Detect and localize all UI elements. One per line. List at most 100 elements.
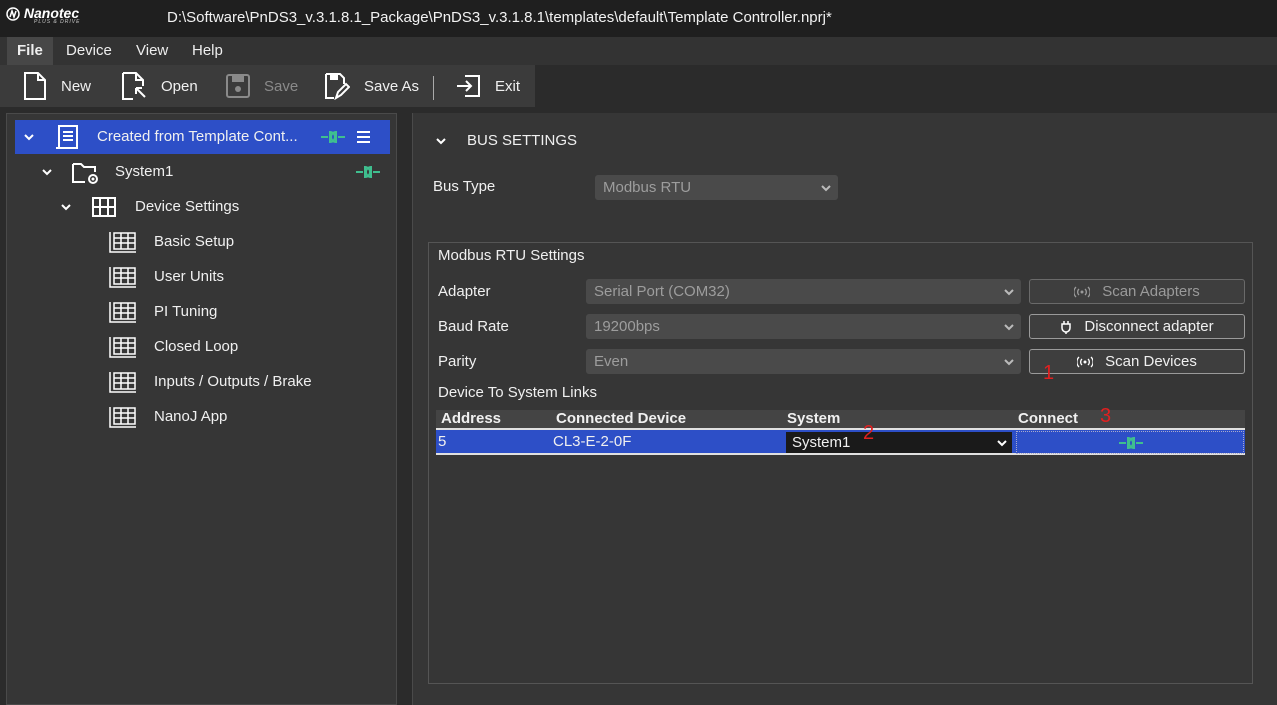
toolbar-background xyxy=(535,65,1277,107)
parity-select[interactable]: Even xyxy=(586,349,1021,374)
chevron-down-icon xyxy=(1004,324,1014,331)
annotation-step-3: 3 xyxy=(1100,405,1112,427)
disconnect-adapter-button[interactable]: Disconnect adapter xyxy=(1029,314,1245,339)
tree-item-inputs-outputs-brake[interactable]: Inputs / Outputs / Brake xyxy=(15,365,390,399)
disconnect-adapter-label: Disconnect adapter xyxy=(1084,318,1214,335)
exit-button[interactable]: Exit xyxy=(455,65,520,107)
tree-item-system1[interactable]: System1 xyxy=(15,155,390,189)
column-header-connected-device[interactable]: Connected Device xyxy=(556,410,686,428)
chevron-down-icon[interactable] xyxy=(41,166,53,178)
nanotec-logo-icon xyxy=(6,7,20,21)
baud-rate-label: Baud Rate xyxy=(438,318,509,335)
cell-address: 5 xyxy=(438,433,447,450)
adapter-value: Serial Port (COM32) xyxy=(594,283,730,300)
tree-item-label: User Units xyxy=(154,268,225,285)
table-icon xyxy=(109,302,136,323)
tree-item-device-settings[interactable]: Device Settings xyxy=(15,190,390,224)
chevron-down-icon xyxy=(821,185,831,192)
tree-item-nanoj-app[interactable]: NanoJ App xyxy=(15,400,390,434)
cell-connected-device: CL3-E-2-0F xyxy=(553,433,632,450)
table-icon xyxy=(109,232,136,253)
section-title-bus-settings: BUS SETTINGS xyxy=(467,132,578,149)
device-system-links-label: Device To System Links xyxy=(438,384,597,401)
broadcast-icon xyxy=(1077,356,1094,367)
table-row[interactable]: 5 CL3-E-2-0F System1 xyxy=(436,428,1245,455)
project-icon xyxy=(56,125,78,149)
chevron-down-icon xyxy=(997,440,1007,447)
column-header-system[interactable]: System xyxy=(787,410,840,428)
adapter-select[interactable]: Serial Port (COM32) xyxy=(586,279,1021,304)
nanotec-logo: Nanotec PLUS & DRIVE xyxy=(6,5,80,25)
menu-help[interactable]: Help xyxy=(182,37,233,65)
grid-icon xyxy=(92,197,116,217)
parity-label: Parity xyxy=(438,353,477,370)
chevron-down-icon[interactable] xyxy=(60,201,72,213)
tree-item-label: Device Settings xyxy=(135,198,240,215)
exit-label: Exit xyxy=(495,77,521,95)
annotation-step-2: 2 xyxy=(863,422,875,444)
parity-value: Even xyxy=(594,353,629,370)
scan-devices-button[interactable]: Scan Devices xyxy=(1029,349,1245,374)
open-file-icon xyxy=(122,72,146,100)
open-button[interactable]: Open xyxy=(121,65,198,107)
save-as-button[interactable]: Save As xyxy=(324,65,419,107)
save-button[interactable]: Save xyxy=(226,65,298,107)
new-button[interactable]: New xyxy=(23,65,91,107)
bus-type-select[interactable]: Modbus RTU xyxy=(595,175,838,200)
tree-item-label: Inputs / Outputs / Brake xyxy=(154,373,312,390)
table-icon xyxy=(109,372,136,393)
tree-item-project[interactable]: Created from Template Cont... xyxy=(15,120,390,154)
tree-item-label: Created from Template Cont... xyxy=(97,128,298,145)
chevron-down-icon xyxy=(1004,359,1014,366)
menu-device[interactable]: Device xyxy=(56,37,122,65)
system-select-value: System1 xyxy=(792,434,851,451)
table-icon xyxy=(109,267,136,288)
adapter-label: Adapter xyxy=(438,283,491,300)
new-file-icon xyxy=(24,72,46,100)
chevron-down-icon[interactable] xyxy=(435,135,447,147)
scan-adapters-button[interactable]: Scan Adapters xyxy=(1029,279,1245,304)
tree-item-label: System1 xyxy=(115,163,174,180)
tree-item-user-units[interactable]: User Units xyxy=(15,260,390,294)
system-folder-gear-icon xyxy=(72,163,98,184)
table-icon xyxy=(109,407,136,428)
brand-tagline: PLUS & DRIVE xyxy=(34,19,81,25)
column-header-connect[interactable]: Connect xyxy=(1018,410,1078,428)
broadcast-icon xyxy=(1074,286,1091,297)
connected-plug-icon xyxy=(1119,436,1143,450)
scan-adapters-label: Scan Adapters xyxy=(1102,283,1200,300)
toolbar: New Open Save Save As Exit xyxy=(0,65,535,107)
links-table-header: Address Connected Device System Connect xyxy=(436,410,1245,428)
toolbar-separator xyxy=(433,76,434,100)
save-as-icon xyxy=(325,73,350,100)
connected-plug-icon xyxy=(356,165,380,179)
column-header-address[interactable]: Address xyxy=(441,410,501,428)
save-as-label: Save As xyxy=(364,77,420,95)
title-bar: Nanotec PLUS & DRIVE D:\Software\PnDS3_v… xyxy=(0,0,1277,37)
hamburger-menu-icon[interactable] xyxy=(357,131,370,143)
baud-rate-value: 19200bps xyxy=(594,318,660,335)
open-label: Open xyxy=(161,77,198,95)
chevron-down-icon[interactable] xyxy=(23,131,35,143)
system-select[interactable]: System1 xyxy=(786,432,1012,453)
plug-icon xyxy=(1061,320,1072,334)
tree-item-pi-tuning[interactable]: PI Tuning xyxy=(15,295,390,329)
bus-type-value: Modbus RTU xyxy=(603,179,692,196)
tree-item-basic-setup[interactable]: Basic Setup xyxy=(15,225,390,259)
annotation-step-1: 1 xyxy=(1043,362,1055,384)
connected-plug-icon xyxy=(321,130,345,144)
table-icon xyxy=(109,337,136,358)
connect-toggle[interactable] xyxy=(1016,431,1244,454)
save-disk-icon xyxy=(226,74,250,98)
scan-devices-label: Scan Devices xyxy=(1105,353,1197,370)
menu-file[interactable]: File xyxy=(7,37,53,65)
menu-bar: File Device View Help xyxy=(0,37,1277,65)
tree-item-closed-loop[interactable]: Closed Loop xyxy=(15,330,390,364)
modbus-group-title: Modbus RTU Settings xyxy=(438,247,585,264)
chevron-down-icon xyxy=(1004,289,1014,296)
menu-view[interactable]: View xyxy=(126,37,178,65)
save-label: Save xyxy=(264,77,299,95)
baud-rate-select[interactable]: 19200bps xyxy=(586,314,1021,339)
tree-item-label: Closed Loop xyxy=(154,338,239,355)
tree-item-label: Basic Setup xyxy=(154,233,235,250)
